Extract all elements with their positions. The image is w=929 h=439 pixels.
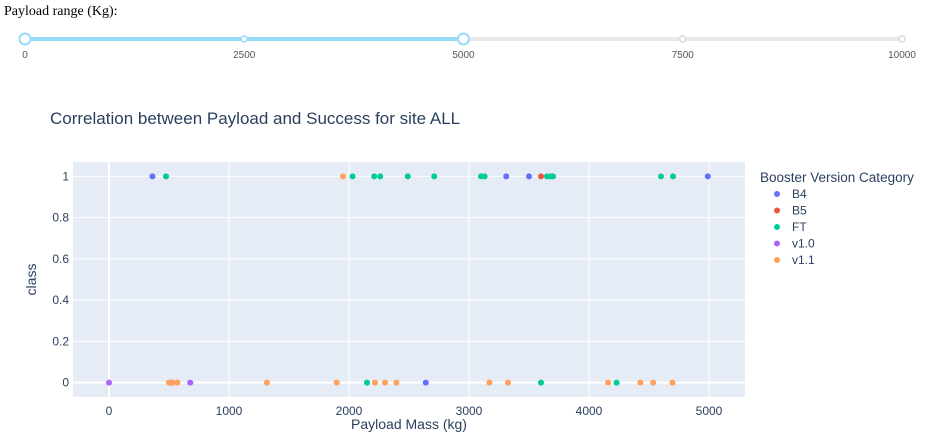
data-point-v1-1 — [382, 379, 388, 386]
data-point-v1-1 — [669, 379, 676, 386]
data-point-ft — [613, 379, 620, 386]
payload-range-slider[interactable]: 0 2500 5000 7500 10000 — [0, 24, 929, 74]
y-tick-label: 0 — [62, 376, 69, 390]
data-point-v1-1 — [333, 379, 340, 386]
data-point-ft — [349, 173, 356, 180]
data-point-v1-1 — [174, 379, 181, 386]
data-point-ft — [481, 173, 488, 180]
slider-mark-label: 7500 — [672, 50, 695, 61]
data-point-b4 — [526, 173, 532, 180]
legend-item-b5[interactable]: B5 — [792, 204, 807, 218]
slider-handle-max[interactable] — [457, 32, 470, 46]
slider-mark-dot — [240, 35, 248, 43]
payload-success-scatter-chart: 0 1000 2000 3000 4000 500000.20.40.60.81Corre… — [23, 109, 914, 432]
data-point-b4 — [704, 173, 711, 180]
y-tick-label: 0.2 — [52, 334, 69, 348]
y-axis-label: class — [23, 264, 39, 296]
data-point-ft — [550, 173, 556, 180]
x-axis-label: Payload Mass (kg) — [351, 416, 467, 432]
legend-marker[interactable] — [774, 191, 780, 197]
legend-item-b4[interactable]: B4 — [792, 187, 807, 201]
data-point-v1-1 — [263, 379, 270, 386]
data-point-v1-1 — [605, 379, 612, 386]
data-point-v1-0 — [106, 379, 112, 386]
y-tick-label: 1 — [62, 169, 69, 183]
legend-title: Booster Version Category — [760, 170, 914, 185]
x-tick-label: 1000 — [216, 404, 243, 418]
slider-mark-dot — [898, 35, 906, 43]
x-tick-label: 4000 — [576, 404, 603, 418]
slider-mark-dot — [679, 35, 687, 43]
payload-range-label: Payload range (Kg): — [4, 4, 118, 19]
legend-marker[interactable] — [774, 207, 780, 214]
legend-item-ft[interactable]: FT — [792, 220, 807, 234]
legend-marker[interactable] — [774, 257, 780, 263]
slider-mark-label: 2500 — [233, 50, 256, 61]
data-point-v1-1 — [340, 173, 346, 180]
plot-area — [73, 162, 745, 397]
data-point-b5 — [538, 173, 544, 180]
legend-marker[interactable] — [774, 240, 780, 247]
data-point-ft — [371, 173, 378, 180]
data-point-ft — [404, 173, 411, 180]
data-point-v1-1 — [393, 379, 400, 386]
y-tick-label: 0.8 — [52, 211, 69, 225]
data-point-v1-1 — [371, 379, 378, 386]
data-point-b4 — [503, 173, 510, 180]
data-point-ft — [658, 173, 664, 180]
slider-handle-min[interactable] — [18, 32, 32, 46]
data-point-v1-1 — [505, 379, 511, 386]
data-point-ft — [163, 173, 169, 180]
slider-mark-label: 0 — [22, 50, 28, 61]
data-point-v1-0 — [187, 379, 194, 386]
data-point-ft — [364, 379, 370, 386]
data-point-ft — [431, 173, 438, 180]
y-tick-label: 0.6 — [52, 252, 69, 266]
data-point-ft — [670, 173, 676, 180]
slider-mark-label: 10000 — [888, 50, 916, 61]
x-tick-label: 5000 — [696, 404, 723, 418]
x-tick-label: 0 — [106, 404, 113, 418]
data-point-b4 — [149, 173, 156, 180]
legend-item-v1-1[interactable]: v1.1 — [792, 253, 815, 267]
data-point-b4 — [422, 379, 429, 386]
data-point-ft — [538, 379, 544, 386]
data-point-v1-1 — [650, 379, 657, 386]
chart-title: Correlation between Payload and Success … — [50, 109, 460, 128]
slider-mark-label: 5000 — [452, 50, 475, 61]
y-tick-label: 0.4 — [52, 293, 69, 307]
legend-item-v1-0[interactable]: v1.0 — [792, 237, 815, 251]
data-point-v1-1 — [486, 379, 493, 386]
legend-marker[interactable] — [774, 224, 780, 230]
data-point-v1-1 — [637, 379, 644, 386]
data-point-ft — [377, 173, 384, 180]
